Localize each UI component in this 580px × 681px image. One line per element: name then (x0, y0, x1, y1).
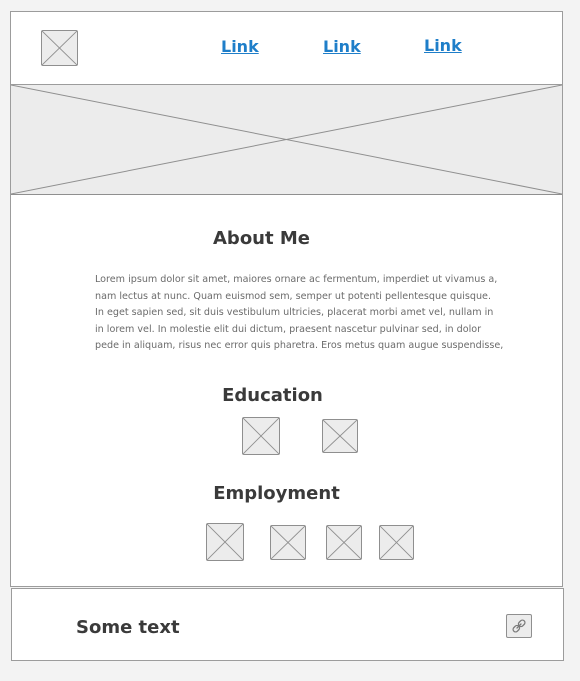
link-icon (512, 619, 526, 633)
about-text: Lorem ipsum dolor sit amet, maiores orna… (95, 274, 504, 352)
employment-image-placeholder-icon (326, 525, 362, 560)
page-container: Link Link Link About Me Lorem ipsum dolo… (10, 11, 563, 587)
employment-image-placeholder-icon (379, 525, 414, 560)
logo-image-placeholder-icon (41, 30, 78, 66)
footer: Some text (11, 588, 564, 661)
footer-link-button[interactable] (506, 614, 532, 638)
nav-link-3[interactable]: Link (424, 36, 462, 55)
nav-link-2[interactable]: Link (323, 37, 361, 56)
nav-link-1[interactable]: Link (221, 37, 259, 56)
header: Link Link Link (11, 12, 562, 85)
education-image-placeholder-icon (242, 417, 280, 455)
employment-image-placeholder-icon (206, 523, 244, 561)
footer-text: Some text (76, 617, 180, 638)
hero-image-placeholder-icon (11, 85, 562, 195)
employment-image-placeholder-icon (270, 525, 306, 560)
education-title: Education (222, 385, 323, 406)
education-image-placeholder-icon (322, 419, 358, 453)
employment-title: Employment (213, 483, 340, 504)
about-title: About Me (213, 228, 310, 249)
